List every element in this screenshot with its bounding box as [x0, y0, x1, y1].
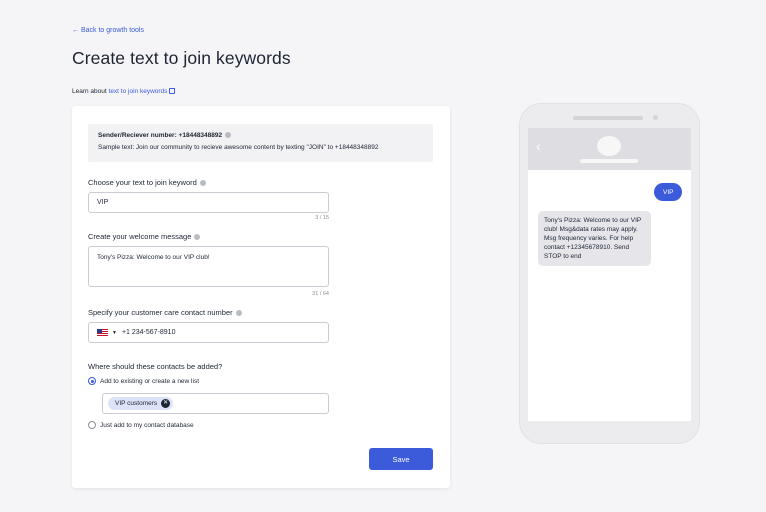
- external-link-icon: [169, 88, 176, 94]
- learn-link[interactable]: text to join keywords: [109, 88, 168, 95]
- list-tag: VIP customers ✕: [108, 397, 174, 410]
- learn-prefix: Learn about: [72, 88, 109, 95]
- radio-add-to-list-label: Add to existing or create a new list: [100, 377, 199, 385]
- radio-add-to-list[interactable]: Add to existing or create a new list: [88, 377, 199, 385]
- welcome-message-textarea[interactable]: Tony's Pizza: Welcome to our VIP club!: [88, 246, 329, 287]
- phone-preview: ‹ VIP Tony's Pizza: Welcome to our VIP c…: [519, 103, 700, 444]
- phone-camera: [653, 115, 658, 120]
- welcome-counter: 31 / 64: [312, 291, 329, 297]
- incoming-message-bubble: Tony's Pizza: Welcome to our VIP club! M…: [538, 211, 651, 267]
- outgoing-message-bubble: VIP: [654, 183, 683, 201]
- care-label: Specify your customer care contact numbe…: [88, 308, 242, 317]
- welcome-label-text: Create your welcome message: [88, 232, 192, 241]
- keyword-label: Choose your text to join keyword: [88, 178, 206, 187]
- sample-text: Sample text: Join our community to recie…: [98, 144, 379, 151]
- sender-number-text: Sender/Reciever number: +18448348892: [98, 132, 223, 139]
- care-label-text: Specify your customer care contact numbe…: [88, 308, 233, 317]
- us-flag-icon[interactable]: [97, 329, 108, 336]
- radio-checked-icon[interactable]: [88, 377, 96, 385]
- sender-number-line: Sender/Reciever number: +18448348892: [98, 132, 423, 139]
- welcome-label: Create your welcome message: [88, 232, 201, 241]
- keyword-counter: 3 / 15: [315, 215, 329, 221]
- keyword-label-text: Choose your text to join keyword: [88, 178, 197, 187]
- save-button[interactable]: Save: [369, 448, 433, 470]
- contact-name-placeholder: [580, 159, 638, 163]
- list-select-input[interactable]: VIP customers ✕: [102, 393, 329, 414]
- chevron-left-icon: ‹: [536, 138, 541, 154]
- help-icon[interactable]: [225, 132, 232, 138]
- phone-speaker: [573, 116, 643, 120]
- learn-about-text: Learn about text to join keywords: [72, 88, 176, 95]
- contacts-label: Where should these contacts be added?: [88, 362, 223, 371]
- help-icon[interactable]: [199, 180, 206, 186]
- help-icon[interactable]: [194, 234, 201, 240]
- close-icon[interactable]: ✕: [161, 399, 171, 408]
- radio-contact-database-label: Just add to my contact database: [100, 421, 194, 429]
- chevron-down-icon[interactable]: ▼: [112, 330, 117, 336]
- list-tag-label: VIP customers: [115, 400, 158, 407]
- customer-care-phone-input[interactable]: ▼ +1 234-567-8910: [88, 322, 329, 343]
- keyword-form-card: Sender/Reciever number: +18448348892 Sam…: [72, 106, 450, 488]
- sender-info-box: Sender/Reciever number: +18448348892 Sam…: [88, 124, 433, 162]
- keyword-input[interactable]: VIP: [88, 192, 329, 213]
- phone-screen: ‹ VIP Tony's Pizza: Welcome to our VIP c…: [528, 128, 691, 421]
- phone-chat-header: ‹: [528, 128, 691, 170]
- customer-care-phone-value: +1 234-567-8910: [121, 329, 176, 336]
- page-title: Create text to join keywords: [72, 48, 291, 68]
- avatar: [597, 136, 621, 156]
- radio-contact-database[interactable]: Just add to my contact database: [88, 421, 194, 429]
- radio-unchecked-icon[interactable]: [88, 421, 96, 429]
- back-to-growth-tools-link[interactable]: ← Back to growth tools: [72, 27, 144, 34]
- help-icon[interactable]: [235, 310, 242, 316]
